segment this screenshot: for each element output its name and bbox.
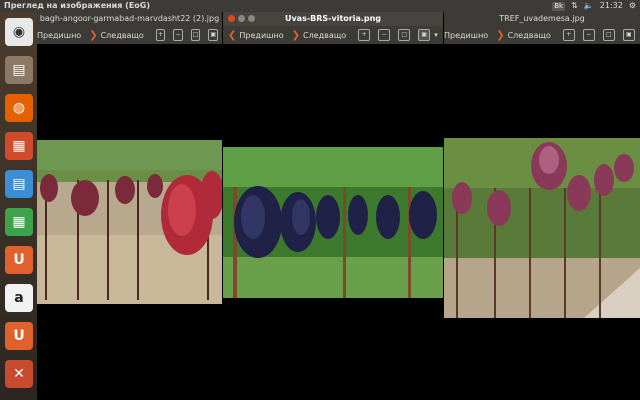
image-window-3: TREF_uvademesa.jpg Предишно ❯ Следващо + … — [444, 12, 640, 400]
ubuntu-one-icon[interactable]: U — [5, 246, 33, 274]
launcher: ◉ ▤ ◍ ▦ ▤ ▦ U a U ✕ — [0, 12, 38, 400]
next-button[interactable]: ❯ Следващо — [292, 30, 347, 41]
image-window-2: Uvas-BRS-vitoria.png ❮ Предишно ❯ Следващо… — [223, 12, 443, 400]
zoom-in-icon[interactable]: + — [562, 29, 575, 41]
amazon-icon[interactable]: a — [5, 284, 33, 312]
zoom-out-icon[interactable]: − — [378, 29, 391, 41]
close-icon[interactable] — [228, 15, 235, 22]
zoom-in-icon[interactable]: + — [358, 29, 371, 41]
grape-photo — [223, 147, 443, 298]
zoom-out-icon[interactable]: − — [582, 29, 595, 41]
window-controls — [228, 15, 255, 22]
system-tray: Bk ⇅ 🔈 21:32 ⚙ — [552, 0, 636, 12]
window-title[interactable]: bagh-angoor-garmabad-marvdasht22 (2).jpg — [37, 12, 222, 26]
files-icon[interactable]: ▤ — [5, 56, 33, 84]
toolbar: Предишно ❯ Следващо + − □ ▣ — [444, 26, 640, 44]
ubuntu-one-music-icon[interactable]: U — [5, 322, 33, 350]
next-arrow-icon: ❯ — [89, 29, 98, 41]
next-button[interactable]: ❯ Следващо — [89, 30, 144, 41]
toolbar: ❮ Предишно ❯ Следващо + − □ ▣ ▾ — [223, 26, 443, 44]
image-window-1: bagh-angoor-garmabad-marvdasht22 (2).jpg… — [37, 12, 222, 400]
zoom-fit-icon[interactable]: □ — [602, 29, 615, 41]
grape-photo — [37, 140, 222, 304]
power-gear-icon[interactable]: ⚙ — [629, 0, 636, 12]
network-icon[interactable]: ⇅ — [571, 0, 578, 12]
system-settings-icon[interactable]: ✕ — [5, 360, 33, 388]
fullscreen-icon[interactable]: ▣ — [418, 29, 431, 41]
prev-button[interactable]: Предишно — [444, 31, 488, 40]
keyboard-indicator[interactable]: Bk — [552, 1, 566, 11]
prev-button[interactable]: Предишно — [37, 31, 81, 40]
writer-icon[interactable]: ▤ — [5, 170, 33, 198]
prev-button[interactable]: ❮ Предишно — [228, 30, 284, 41]
ubuntu-dash-icon[interactable]: ◉ — [5, 18, 33, 46]
zoom-fit-icon[interactable]: □ — [190, 29, 201, 41]
zoom-out-icon[interactable]: − — [173, 29, 183, 41]
calc-icon[interactable]: ▦ — [5, 208, 33, 236]
impress-icon[interactable]: ▦ — [5, 132, 33, 160]
maximize-icon[interactable] — [248, 15, 255, 22]
fullscreen-icon[interactable]: ▣ — [208, 29, 218, 41]
firefox-icon[interactable]: ◍ — [5, 94, 33, 122]
next-button[interactable]: ❯ Следващо — [496, 30, 551, 41]
toolbar: Предишно ❯ Следващо + − □ ▣ — [37, 26, 222, 44]
top-panel: Преглед на изображения (EoG) Bk ⇅ 🔈 21:3… — [0, 0, 640, 12]
zoom-in-icon[interactable]: + — [155, 29, 166, 41]
clock[interactable]: 21:32 — [600, 0, 623, 12]
menu-arrow-icon[interactable]: ▾ — [434, 31, 438, 39]
window-title[interactable]: Uvas-BRS-vitoria.png — [223, 12, 443, 26]
minimize-icon[interactable] — [238, 15, 245, 22]
next-arrow-icon: ❯ — [291, 29, 300, 41]
zoom-fit-icon[interactable]: □ — [398, 29, 411, 41]
fullscreen-icon[interactable]: ▣ — [622, 29, 635, 41]
grape-photo — [444, 138, 640, 318]
window-title[interactable]: TREF_uvademesa.jpg — [444, 12, 640, 26]
next-arrow-icon: ❯ — [496, 29, 505, 41]
panel-app-title: Преглед на изображения (EoG) — [4, 1, 151, 10]
prev-arrow-icon: ❮ — [228, 29, 237, 41]
volume-icon[interactable]: 🔈 — [584, 0, 594, 12]
